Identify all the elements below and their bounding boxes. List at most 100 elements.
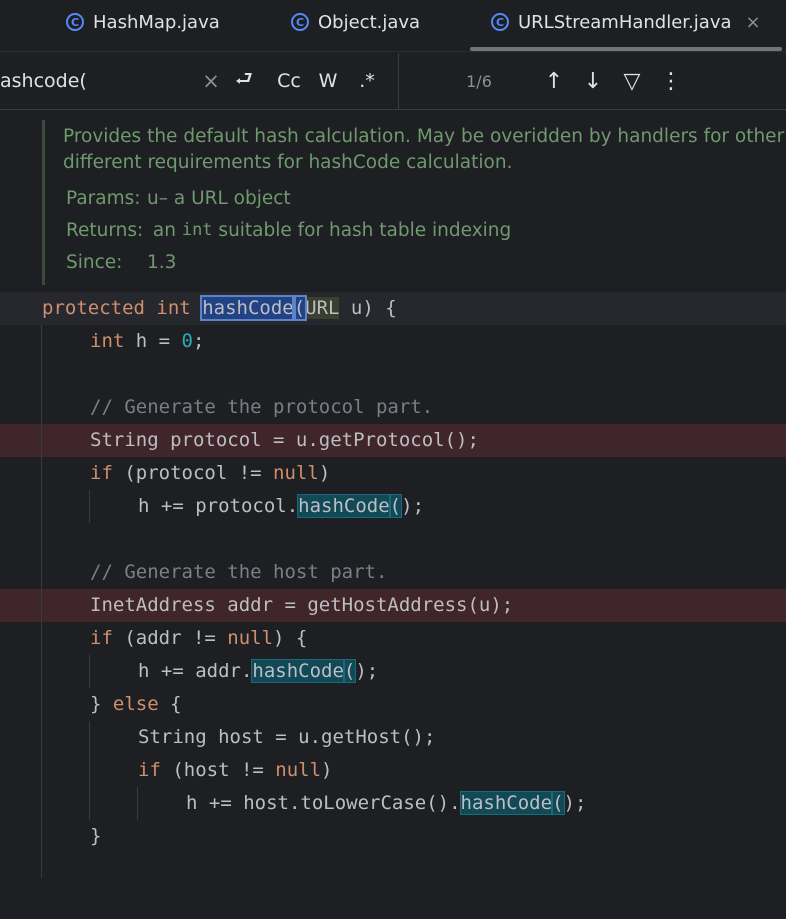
search-match-paren: (	[342, 659, 357, 683]
code-line: // Generate the host part.	[0, 556, 786, 589]
code-text: h += addr.	[138, 660, 253, 682]
keyword: protected	[42, 297, 145, 319]
tab-object[interactable]: C Object.java	[291, 0, 420, 44]
indent-guide	[89, 721, 90, 820]
search-match: hashCode	[251, 659, 345, 683]
code-text: h += protocol.	[138, 495, 299, 517]
code-text: );	[563, 792, 587, 814]
doc-since-value: 1.3	[147, 252, 177, 273]
code-text: );	[401, 495, 425, 517]
doc-returns-pre: an	[147, 220, 182, 241]
keyword: null	[273, 462, 319, 484]
previous-occurrence-icon[interactable]: ↑	[540, 53, 568, 109]
code-text: (addr !=	[112, 627, 228, 649]
comment: // Generate the host part.	[90, 561, 388, 583]
type-name: URL	[305, 297, 340, 319]
doc-returns-post: suitable for hash table indexing	[212, 220, 512, 241]
code-line-breakpoint: InetAddress addr = getHostAddress(u);	[0, 589, 786, 622]
search-match: hashCode	[459, 791, 554, 815]
doc-since-key: Since:	[66, 252, 123, 273]
indent-guide	[89, 655, 90, 688]
doc-params-row: Params: u – a URL object	[66, 188, 291, 209]
search-bar-divider	[398, 53, 399, 109]
doc-params-name: u	[147, 188, 159, 209]
code-text: );	[355, 660, 379, 682]
clear-search-icon[interactable]: ×	[198, 53, 224, 109]
code-line-breakpoint: String protocol = u.getProtocol();	[0, 424, 786, 457]
tab-label: HashMap.java	[93, 11, 220, 33]
search-match-current: hashCode	[200, 295, 296, 321]
code-line: h += protocol.hashCode();	[0, 490, 786, 523]
code-line: if (addr != null) {	[0, 622, 786, 655]
comment: // Generate the protocol part.	[90, 396, 434, 418]
keyword: null	[275, 759, 322, 781]
editor-tab-bar: C HashMap.java C Object.java C URLStream…	[0, 0, 786, 52]
match-counter: 1/6	[466, 71, 492, 91]
code-text: )	[321, 759, 333, 781]
doc-description-line-1: Provides the default hash calculation. M…	[63, 126, 786, 147]
indent-guide	[89, 490, 90, 523]
search-match-current-paren: (	[291, 295, 308, 321]
code-line: protected int hashCode(URL u) {	[0, 292, 786, 325]
code-line: h += host.toLowerCase().hashCode();	[0, 787, 786, 820]
tab-label: URLStreamHandler.java	[518, 11, 732, 33]
code-line: if (protocol != null)	[0, 457, 786, 490]
more-options-icon[interactable]: ⋮	[657, 53, 685, 109]
search-match-paren: (	[551, 791, 565, 815]
search-match: hashCode	[297, 494, 391, 518]
active-tab-indicator	[470, 47, 782, 51]
search-match-paren: (	[388, 494, 403, 518]
doc-params-key: Params:	[66, 188, 141, 209]
new-line-icon[interactable]: ⮐	[230, 53, 258, 109]
keyword: if	[90, 627, 113, 649]
doc-since-row: Since: 1.3	[66, 252, 176, 273]
code-text: (host !=	[160, 759, 276, 781]
code-text: ;	[192, 330, 205, 352]
filter-icon[interactable]: ▽	[618, 53, 646, 109]
doc-returns-row: Returns: an int suitable for hash table …	[66, 220, 511, 241]
code-line: String host = u.getHost();	[0, 721, 786, 754]
code-line: int h = 0;	[0, 325, 786, 358]
close-tab-icon[interactable]: ×	[746, 12, 761, 33]
tab-hashmap[interactable]: C HashMap.java	[66, 0, 220, 44]
class-icon: C	[291, 13, 309, 31]
code-text: (protocol !=	[112, 462, 274, 484]
code-text: {	[158, 693, 182, 715]
class-icon: C	[66, 13, 84, 31]
code-text: }	[90, 825, 102, 847]
search-input[interactable]	[0, 53, 195, 109]
number-literal: 0	[181, 330, 193, 352]
keyword: else	[112, 693, 159, 715]
code-line: }	[0, 820, 786, 853]
next-occurrence-icon[interactable]: ↓	[579, 53, 607, 109]
whole-words-toggle[interactable]: W	[314, 53, 342, 109]
code-text: String host = u.getHost();	[138, 726, 436, 748]
code-text: u) {	[339, 297, 397, 319]
doc-params-value: – a URL object	[158, 188, 291, 209]
code-text: )	[318, 462, 331, 484]
doc-returns-key: Returns:	[66, 220, 144, 241]
rendered-javadoc: Provides the default hash calculation. M…	[42, 120, 786, 285]
find-in-file-bar: × ⮐ Cc W .* 1/6 ↑ ↓ ▽ ⋮	[0, 53, 786, 110]
code-text: }	[90, 693, 113, 715]
code-text: InetAddress addr = getHostAddress(u);	[90, 594, 514, 616]
keyword: int	[156, 297, 191, 319]
code-text: String protocol = u.getProtocol();	[90, 429, 479, 451]
class-icon: C	[491, 13, 509, 31]
indent-guide	[137, 787, 138, 820]
tab-label: Object.java	[318, 11, 421, 33]
tab-urlstreamhandler[interactable]: C URLStreamHandler.java ×	[491, 0, 761, 44]
code-line: if (host != null)	[0, 754, 786, 787]
doc-returns-code: int	[181, 220, 213, 240]
match-case-toggle[interactable]: Cc	[272, 53, 306, 109]
keyword: int	[90, 330, 125, 352]
regex-toggle[interactable]: .*	[352, 53, 382, 109]
keyword: if	[90, 462, 113, 484]
keyword: if	[138, 759, 161, 781]
code-line: h += addr.hashCode();	[0, 655, 786, 688]
code-line: } else {	[0, 688, 786, 721]
code-line: // Generate the protocol part.	[0, 391, 786, 424]
indent-guide	[41, 325, 42, 878]
doc-description-line-2: different requirements for hashCode calc…	[63, 152, 513, 173]
code-text: ) {	[273, 627, 308, 649]
